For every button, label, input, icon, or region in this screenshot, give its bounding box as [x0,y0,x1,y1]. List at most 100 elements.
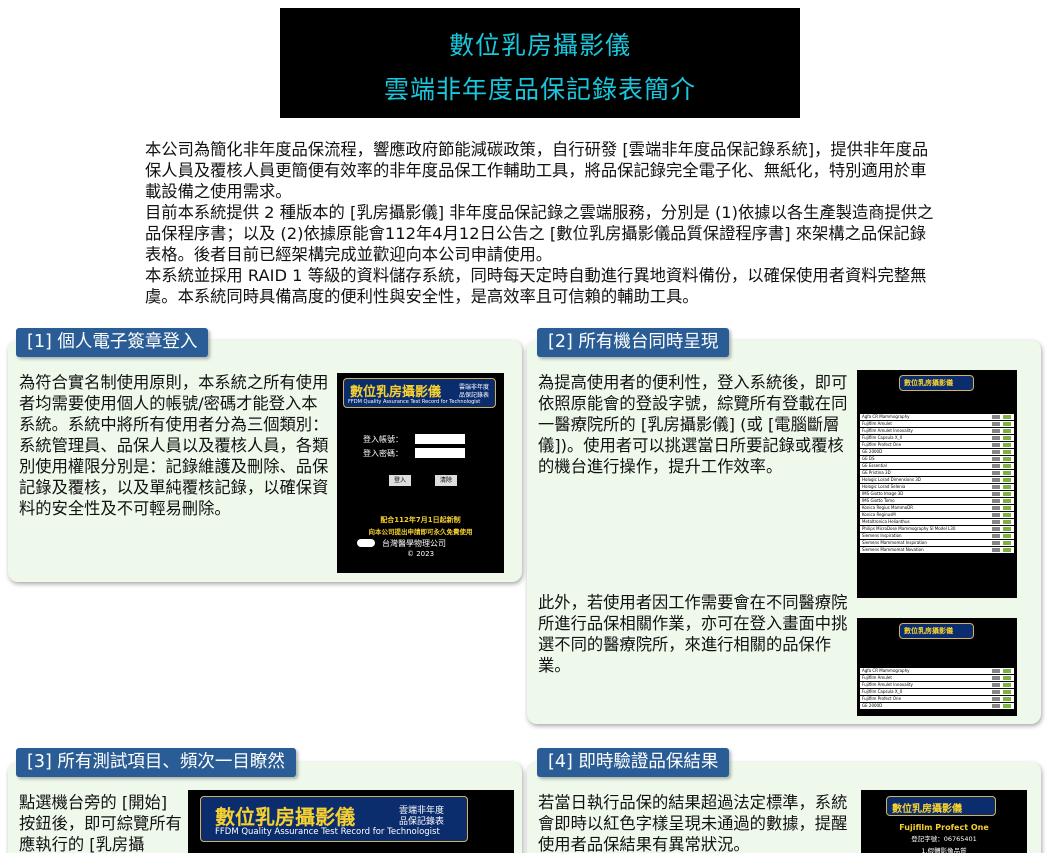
list-row: Siemens Mammomat Inspiration [860,540,1014,546]
tab-section-3: [3] 所有測試項目、頻次一目瞭然 [16,748,296,777]
list-review-button[interactable] [1003,506,1011,510]
list-review-button[interactable] [1003,436,1011,440]
list-row-label: Konica ReginusM [862,512,896,517]
sel-row: Fujifilm Capsula X_II [860,689,1014,695]
list-row-label: Fujifilm Capsula X_II [862,435,902,440]
sel-row: Fujifilm Amulet Innovality [860,682,1014,688]
list-start-button[interactable] [992,485,1000,489]
list-review-button[interactable] [1003,443,1011,447]
login-screenshot: 數位乳房攝影儀 雲端非年度 品保記錄表 FFDM Quality Assuran… [337,373,504,573]
list-start-button[interactable] [992,422,1000,426]
card-machines-text-2: 此外，若使用者因工作需要會在不同醫療院所進行品保相關作業，亦可在登入畫面中挑選不… [538,593,848,675]
list-start-button[interactable] [992,443,1000,447]
company-name: 台灣醫學物理公司 [382,539,446,548]
list-start-button[interactable] [992,457,1000,461]
list-review-button[interactable] [1003,471,1011,475]
company-logo-icon [357,539,375,547]
list-start-button[interactable] [992,527,1000,531]
list-review-button[interactable] [1003,429,1011,433]
list-row-label: Siemens Mammomat Inspiration [862,540,927,545]
sel-review-button[interactable] [1003,697,1011,701]
clear-button[interactable]: 清除 [435,475,457,486]
list-row: Agfa CR Mammography [860,414,1014,420]
list-start-button[interactable] [992,492,1000,496]
list-row-label: Hologic Lorad Dimensions 3D [862,477,921,482]
list-start-button[interactable] [992,478,1000,482]
list-start-button[interactable] [992,436,1000,440]
login-button[interactable]: 登入 [389,475,411,486]
list-review-button[interactable] [1003,478,1011,482]
list-row-label: IMS Giotto Tomo [862,498,895,503]
list-row: Hologic Lorad Selenia [860,484,1014,490]
list-row: Siemens Inspiration [860,533,1014,539]
hospital-select-screenshot: 數位乳房攝影儀 Agfa CR Mammography Fujifilm Amul… [857,618,1017,716]
list-row-label: GE Essential [862,463,887,468]
list-review-button[interactable] [1003,415,1011,419]
list-start-button[interactable] [992,506,1000,510]
list-start-button[interactable] [992,471,1000,475]
list-review-button[interactable] [1003,548,1011,552]
results-device: Fujifilm Profect One [899,823,989,832]
list-start-button[interactable] [992,499,1000,503]
list-row: IMS Giotto Tomo [860,498,1014,504]
list-review-button[interactable] [1003,520,1011,524]
account-label: 登入帳號： [363,435,403,444]
sel-start-button[interactable] [992,704,1000,708]
list-start-button[interactable] [992,450,1000,454]
sel-review-button[interactable] [1003,683,1011,687]
list-start-button[interactable] [992,429,1000,433]
list-start-button[interactable] [992,464,1000,468]
sel-row-label: Agfa CR Mammography [862,668,910,673]
list-review-button[interactable] [1003,541,1011,545]
sel-row-label: Fujifilm Capsula X_II [862,689,902,694]
list-review-button[interactable] [1003,527,1011,531]
list-review-button[interactable] [1003,485,1011,489]
list-row: Fujifilm Capsula X_II [860,435,1014,441]
sel-start-button[interactable] [992,690,1000,694]
list-start-button[interactable] [992,534,1000,538]
login-logo-title: 數位乳房攝影儀 [350,385,442,400]
list-start-button[interactable] [992,513,1000,517]
sel-start-button[interactable] [992,697,1000,701]
sel-review-button[interactable] [1003,676,1011,680]
card-login-text: 為符合實名制使用原則，本系統之所有使用者均需要使用個人的帳號/密碼才能登入本系統… [19,373,329,518]
sel-start-button[interactable] [992,683,1000,687]
notice-line-2: 向本公司提出申請即可永久免費使用 [368,528,473,536]
machine-list-screenshot: 數位乳房攝影儀 Agfa CR Mammography Fujifilm Amul… [857,370,1017,598]
sel-review-button[interactable] [1003,669,1011,673]
sel-review-button[interactable] [1003,704,1011,708]
list-review-button[interactable] [1003,492,1011,496]
tests-logo-sub: FFDM Quality Assurance Test Record for T… [215,827,440,837]
list-row: Konica ReginusM [860,512,1014,518]
list-review-button[interactable] [1003,457,1011,461]
list-review-button[interactable] [1003,499,1011,503]
list-start-button[interactable] [992,520,1000,524]
intro-paragraph-3: 本系統並採用 RAID 1 等級的資料儲存系統，同時每天定時自動進行異地資料備份… [145,266,927,306]
account-input[interactable] [415,434,465,444]
sel-logo-title: 數位乳房攝影儀 [904,627,953,635]
login-logo-side2: 品保記錄表 [459,392,490,399]
sel-start-button[interactable] [992,669,1000,673]
list-start-button[interactable] [992,415,1000,419]
results-logo: 數位乳房攝影儀 [886,796,996,816]
intro-text: 本公司為簡化非年度品保流程，響應政府節能減碳政策，自行研發 [雲端非年度品保記錄… [145,139,940,307]
password-input[interactable] [415,448,465,458]
list-review-button[interactable] [1003,422,1011,426]
list-start-button[interactable] [992,541,1000,545]
tests-logo-title: 數位乳房攝影儀 [215,805,355,829]
sel-review-button[interactable] [1003,690,1011,694]
sel-row-label: GE 2000D [862,703,883,708]
sel-start-button[interactable] [992,676,1000,680]
title-banner: 數位乳房攝影儀 雲端非年度品保記錄表簡介 [280,8,800,118]
list-row: Philips MicroDose Mammography SI Model L… [860,526,1014,532]
tests-logo-side2: 品保記錄表 [399,817,445,827]
list-review-button[interactable] [1003,513,1011,517]
list-review-button[interactable] [1003,450,1011,454]
list-review-button[interactable] [1003,534,1011,538]
list-logo: 數位乳房攝影儀 [899,375,974,391]
sel-row-label: Fujifilm Amulet [862,675,892,680]
list-review-button[interactable] [1003,464,1011,468]
list-start-button[interactable] [992,548,1000,552]
banner-subtitle: 雲端非年度品保記錄表簡介 [383,75,696,104]
list-row: GE Pristina 3D [860,470,1014,476]
